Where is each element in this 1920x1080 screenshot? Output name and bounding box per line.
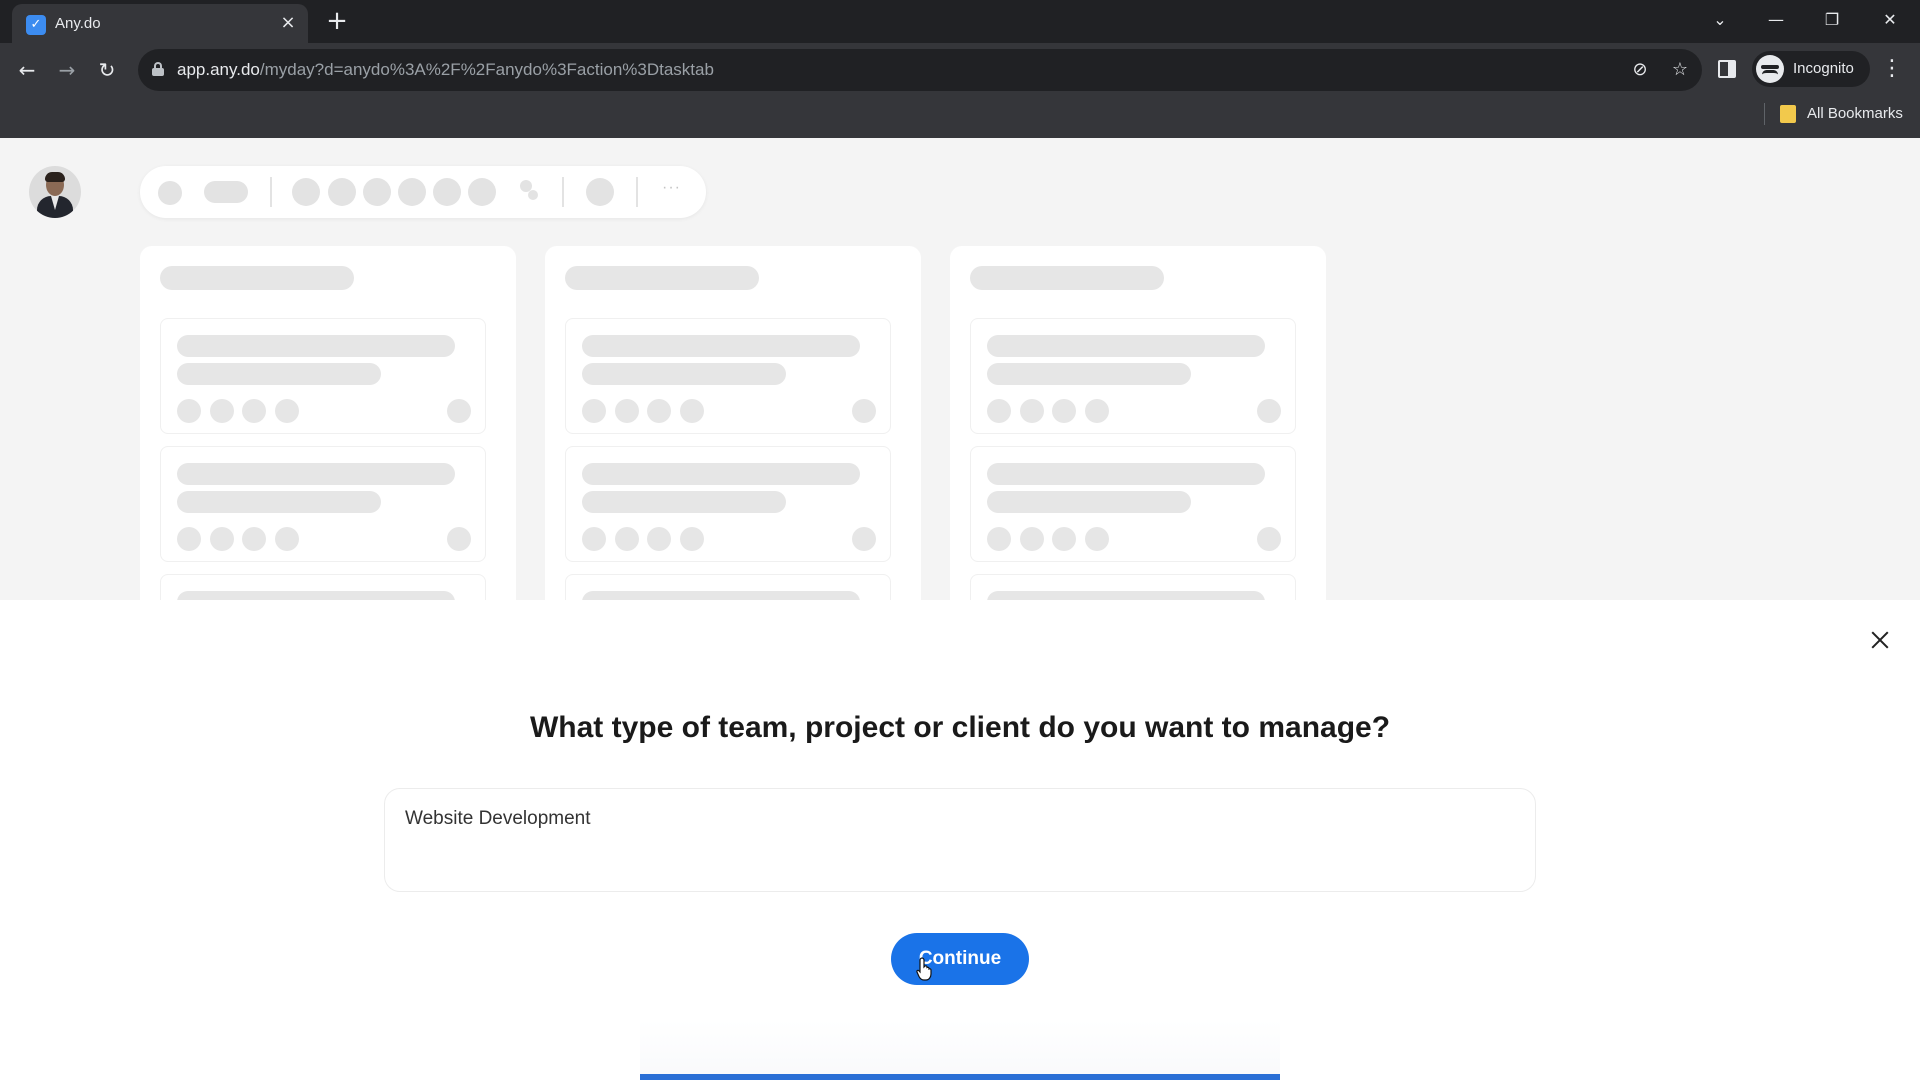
onboarding-question: What type of team, project or client do … [529,711,1391,744]
reload-button[interactable]: ↻ [91,54,123,86]
onboarding-sheet: What type of team, project or client do … [0,600,1920,1080]
task-card-skeleton [160,446,486,562]
task-card-skeleton [970,318,1296,434]
window-close-button[interactable]: ✕ [1874,6,1906,34]
browser-toolbar: ← → ↻ app.any.do/myday?d=anydo%3A%2F%2Fa… [0,43,1920,138]
side-panel-icon[interactable] [1718,60,1736,78]
close-icon[interactable] [1868,628,1892,652]
skeleton-dot [158,181,182,205]
task-card-skeleton [565,446,891,562]
back-button[interactable]: ← [11,54,43,86]
onboarding-progress-fill [640,1074,1280,1080]
skeleton-pill [204,181,248,203]
anydo-favicon-icon: ✓ [26,15,46,35]
browser-tab[interactable]: ✓ Any.do × [12,4,308,43]
eye-off-icon[interactable]: ⊘ [1628,58,1652,82]
bookmarks-folder-icon[interactable] [1780,105,1796,123]
filter-bar-skeleton: ··· [140,166,706,218]
bookmarks-divider [1764,103,1765,125]
continue-button[interactable]: Continue [891,933,1029,985]
incognito-profile-button[interactable]: Incognito [1752,51,1870,87]
tab-close-icon[interactable]: × [277,12,299,34]
bookmark-star-icon[interactable]: ☆ [1668,58,1692,82]
skeleton-dot [528,190,538,200]
forward-button[interactable]: → [51,54,83,86]
preview-panel-edge [640,1020,1280,1074]
browser-tab-strip: ✓ Any.do × + ⌄ — ❐ ✕ [0,0,1920,43]
incognito-label: Incognito [1793,60,1854,77]
restore-button[interactable]: ❐ [1816,6,1848,34]
lock-icon[interactable] [152,62,164,76]
onboarding-progress-bar [640,1074,1280,1080]
all-bookmarks-link[interactable]: All Bookmarks [1807,105,1903,123]
browser-menu-icon[interactable]: ⋮ [1880,55,1904,83]
more-icon: ··· [662,179,681,196]
url-text: app.any.do/myday?d=anydo%3A%2F%2Fanydo%3… [177,60,714,80]
task-card-skeleton [565,318,891,434]
address-bar[interactable]: app.any.do/myday?d=anydo%3A%2F%2Fanydo%3… [138,49,1702,91]
column-title-skeleton [970,266,1164,290]
hand-cursor-icon [916,957,932,981]
url-host: app.any.do [177,60,260,79]
answer-input-value: Website Development [405,808,591,829]
minimize-button[interactable]: — [1760,6,1792,34]
tab-title: Any.do [55,15,101,32]
task-card-skeleton [970,446,1296,562]
skeleton-dot [433,178,461,206]
skeleton-dot [398,178,426,206]
task-card-skeleton [160,318,486,434]
skeleton-dot [328,178,356,206]
skeleton-divider [636,177,638,207]
incognito-icon [1756,55,1784,83]
answer-input[interactable]: Website Development [384,788,1536,892]
skeleton-dot [292,178,320,206]
skeleton-dot [363,178,391,206]
tab-search-icon[interactable]: ⌄ [1704,6,1736,34]
skeleton-dot [468,178,496,206]
column-title-skeleton [160,266,354,290]
column-title-skeleton [565,266,759,290]
skeleton-divider [270,177,272,207]
new-tab-button[interactable]: + [323,8,351,36]
skeleton-dot [586,178,614,206]
skeleton-divider [562,177,564,207]
avatar[interactable] [29,166,81,218]
url-path: /myday?d=anydo%3A%2F%2Fanydo%3Faction%3D… [259,60,714,79]
